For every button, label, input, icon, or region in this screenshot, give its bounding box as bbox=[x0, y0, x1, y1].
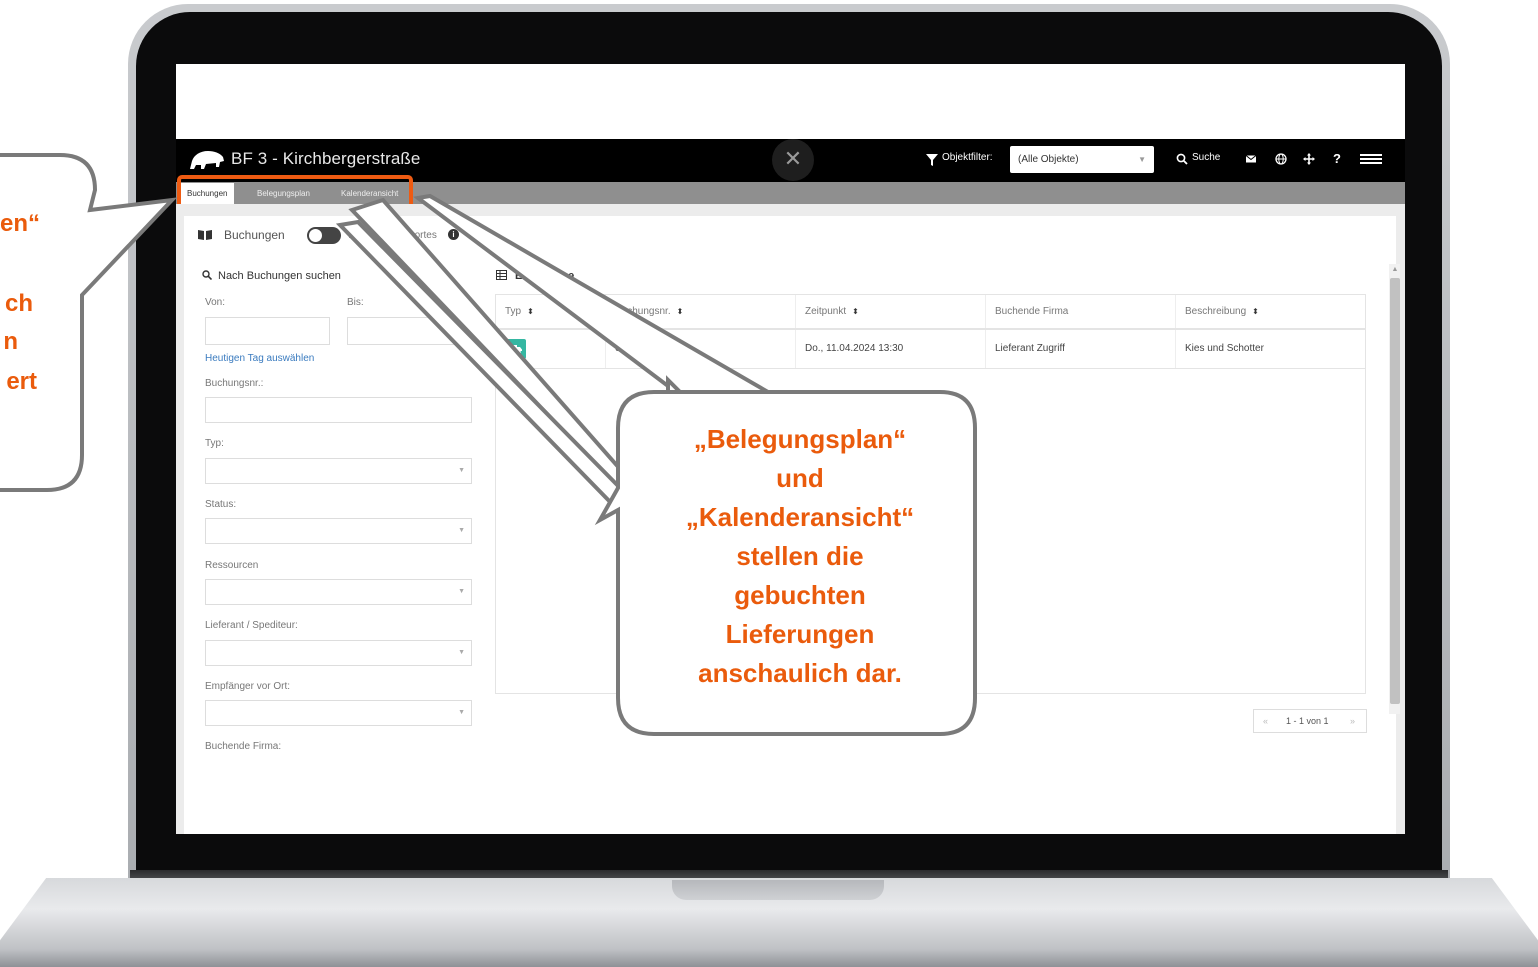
left-callout-bubble bbox=[0, 153, 178, 492]
callout-wedge-kalender bbox=[413, 193, 776, 398]
left-callout-line: n bbox=[3, 328, 18, 355]
callout-line: anschaulich dar. bbox=[698, 658, 902, 688]
stage: BF 3 - Kirchbergerstraße ✕ Objektfilter:… bbox=[0, 0, 1538, 967]
callout-line: „Belegungsplan“ bbox=[693, 424, 907, 454]
callout-line: Lieferungen bbox=[725, 619, 875, 649]
callout-line: stellen die bbox=[736, 541, 864, 571]
main-callout-text: „Belegungsplan“ und „Kalenderansicht“ st… bbox=[640, 420, 960, 693]
callout-line: „Kalenderansicht“ bbox=[685, 502, 915, 532]
callout-line: gebuchten bbox=[734, 580, 866, 610]
callout-wedge-lower bbox=[335, 219, 636, 513]
left-callout-line: en“ bbox=[0, 210, 41, 237]
callout-line: und bbox=[776, 463, 824, 493]
left-callout-line: ch bbox=[4, 290, 33, 317]
left-callout-line: ert bbox=[6, 368, 37, 395]
